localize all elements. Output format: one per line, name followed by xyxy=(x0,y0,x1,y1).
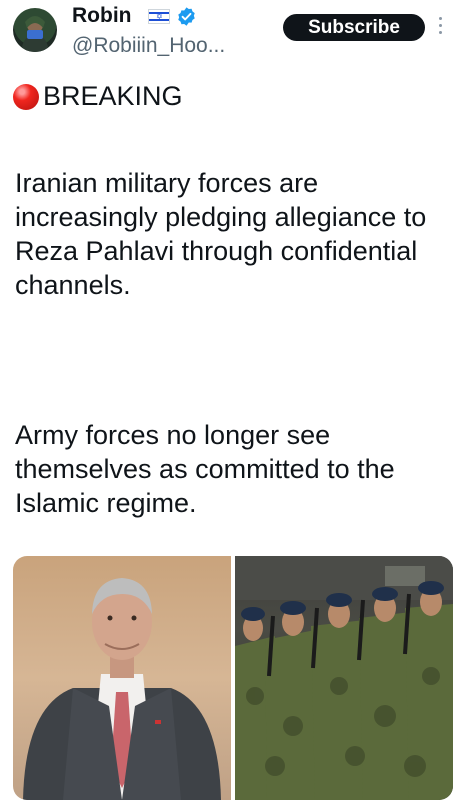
breaking-label: BREAKING xyxy=(43,81,183,111)
avatar-mask xyxy=(27,30,43,39)
post-header: Robin ✡ @Robiiin_Hoo... Subscribe xyxy=(0,0,467,80)
red-circle-icon xyxy=(13,84,39,110)
more-options-icon[interactable] xyxy=(437,13,443,41)
soldiers-photo[interactable] xyxy=(235,556,453,800)
subscribe-button[interactable]: Subscribe xyxy=(283,14,425,41)
post-paragraph-2: Army forces no longer see themselves as … xyxy=(15,420,395,518)
post-paragraph-1: Iranian military forces are increasingly… xyxy=(15,168,427,300)
post-media[interactable] xyxy=(13,556,453,800)
author-name[interactable]: Robin xyxy=(72,4,131,28)
portrait-photo[interactable] xyxy=(13,556,231,800)
israel-flag-icon: ✡ xyxy=(148,9,170,24)
author-avatar[interactable] xyxy=(13,8,57,52)
author-handle[interactable]: @Robiiin_Hoo... xyxy=(72,34,225,58)
verified-badge-icon xyxy=(176,6,197,27)
